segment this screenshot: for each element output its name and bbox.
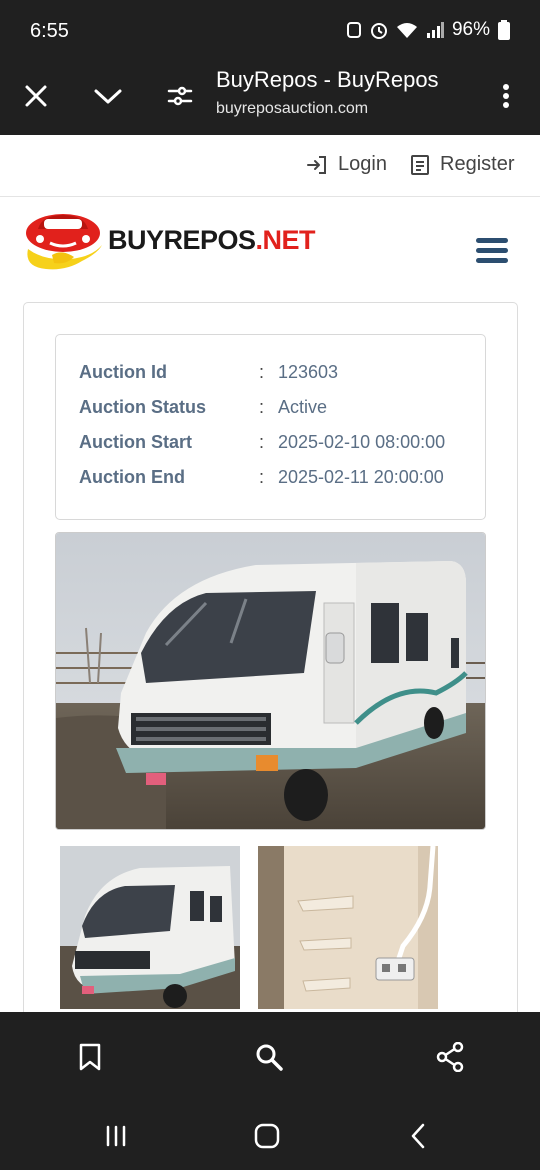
wifi-icon: [396, 23, 417, 38]
more-vert-icon[interactable]: [486, 76, 526, 116]
logo-text-tld: .NET: [255, 224, 316, 255]
auction-info-box: Auction Id : 123603 Auction Status : Act…: [55, 334, 486, 520]
status-time: 6:55: [30, 20, 69, 42]
logo-text-main: BUYREPOS: [108, 224, 256, 255]
thumbnail-interior[interactable]: [258, 846, 438, 1009]
info-value: 2025-02-11 20:00:00: [278, 467, 444, 487]
info-value: 123603: [278, 362, 339, 382]
info-separator: :: [259, 362, 265, 382]
hamburger-menu-icon[interactable]: [476, 238, 508, 264]
site-logo[interactable]: BUYREPOS.NET: [22, 209, 316, 271]
info-separator: :: [259, 397, 265, 417]
info-row-auction-id: Auction Id : 123603: [79, 362, 479, 386]
search-icon[interactable]: [248, 1036, 290, 1078]
info-label: Auction Id: [79, 362, 167, 382]
main-vehicle-photo[interactable]: [55, 532, 486, 830]
bookmark-icon[interactable]: [69, 1036, 111, 1078]
register-link[interactable]: Register: [410, 153, 514, 176]
login-label: Login: [338, 153, 387, 175]
home-icon[interactable]: [249, 1120, 285, 1152]
page-title[interactable]: BuyRepos - BuyRepos: [216, 67, 439, 93]
close-icon[interactable]: [16, 76, 56, 116]
info-row-auction-end: Auction End : 2025-02-11 20:00:00: [79, 467, 479, 491]
battery-percent: 96%: [451, 19, 490, 40]
signal-icon: [426, 22, 444, 38]
info-label: Auction End: [79, 467, 185, 487]
browser-toolbar: BuyRepos - BuyRepos buyreposauction.com: [0, 58, 540, 135]
system-nav-bar: [0, 1102, 540, 1170]
info-row-auction-status: Auction Status : Active: [79, 397, 479, 421]
login-link[interactable]: Login: [306, 153, 387, 176]
info-value: Active: [278, 397, 328, 417]
auction-card: Auction Id : 123603 Auction Status : Act…: [23, 302, 518, 1022]
register-label: Register: [440, 153, 515, 175]
thumbnail-exterior[interactable]: [60, 846, 240, 1009]
recent-apps-icon[interactable]: [98, 1120, 134, 1152]
page-settings-icon[interactable]: [160, 76, 200, 116]
car-logo-icon: [26, 214, 103, 270]
browser-bottom-bar: [0, 1012, 540, 1102]
nfc-icon: [346, 22, 361, 38]
status-icons: 96%: [346, 19, 510, 41]
status-bar: 6:55 96%: [0, 0, 540, 58]
chevron-down-icon[interactable]: [88, 76, 128, 116]
logo-wordmark: BUYREPOS.NET: [108, 224, 316, 256]
login-icon: [307, 155, 326, 174]
back-icon[interactable]: [400, 1120, 436, 1152]
page-url[interactable]: buyreposauction.com: [216, 100, 368, 118]
site-header: BUYREPOS.NET: [0, 197, 540, 297]
info-separator: :: [259, 467, 265, 487]
alarm-icon: [370, 23, 387, 39]
info-separator: :: [259, 432, 265, 452]
top-nav: Login Register: [0, 135, 540, 197]
info-row-auction-start: Auction Start : 2025-02-10 08:00:00: [79, 432, 479, 456]
share-icon[interactable]: [429, 1036, 471, 1078]
battery-icon: [498, 20, 510, 40]
register-icon: [411, 154, 429, 175]
info-label: Auction Start: [79, 432, 193, 452]
info-label: Auction Status: [79, 397, 207, 417]
info-value: 2025-02-10 08:00:00: [278, 432, 446, 452]
